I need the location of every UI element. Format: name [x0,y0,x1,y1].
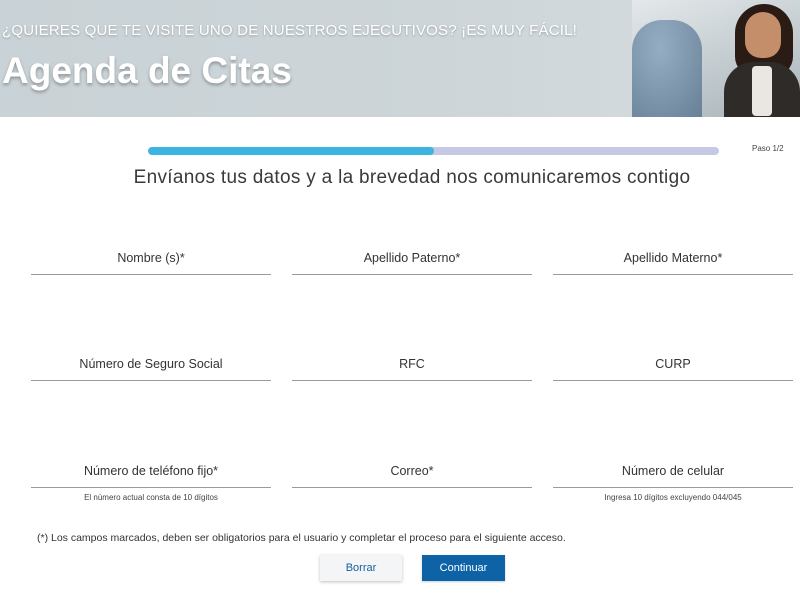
curp-field[interactable]: CURP [553,355,793,381]
hero-title: Agenda de Citas [2,50,292,91]
celular-hint: Ingresa 10 dígitos excluyendo 044/045 [604,493,742,502]
hero-photo-executive-shirt [752,66,772,116]
correo-label: Correo* [390,464,434,478]
clear-button[interactable]: Borrar [320,555,402,581]
telefono-hint: El número actual consta de 10 dígitos [84,493,218,502]
hero-banner: ¿QUIERES QUE TE VISITE UNO DE NUESTROS E… [0,0,800,117]
nombre-label: Nombre (s)* [117,251,185,265]
telefono-label: Número de teléfono fijo* [83,464,219,478]
rfc-field[interactable]: RFC [292,355,532,381]
progress-bar [148,147,719,155]
apellido-materno-field[interactable]: Apellido Materno* [553,249,793,275]
telefono-field[interactable]: Número de teléfono fijo* [31,462,271,488]
hero-photo [632,0,800,117]
continue-button[interactable]: Continuar [422,555,505,581]
apellido-paterno-label: Apellido Paterno* [363,251,461,265]
form-heading: Envíanos tus datos y a la brevedad nos c… [133,167,691,188]
rfc-label: RFC [399,357,425,371]
nss-label: Número de Seguro Social [79,357,223,371]
apellido-paterno-field[interactable]: Apellido Paterno* [292,249,532,275]
correo-field[interactable]: Correo* [292,462,532,488]
celular-field[interactable]: Número de celular [553,462,793,488]
hero-photo-executive-face [745,12,781,58]
nss-field[interactable]: Número de Seguro Social [31,355,271,381]
apellido-materno-label: Apellido Materno* [623,251,723,265]
hero-photo-client [632,20,702,117]
curp-label: CURP [655,357,691,371]
celular-label: Número de celular [621,464,725,478]
hero-subtitle: ¿QUIERES QUE TE VISITE UNO DE NUESTROS E… [2,22,578,39]
progress-bar-fill [148,147,434,155]
nombre-field[interactable]: Nombre (s)* [31,249,271,275]
step-indicator: Paso 1/2 [752,144,784,153]
required-fields-note: (*) Los campos marcados, deben ser oblig… [37,532,566,544]
